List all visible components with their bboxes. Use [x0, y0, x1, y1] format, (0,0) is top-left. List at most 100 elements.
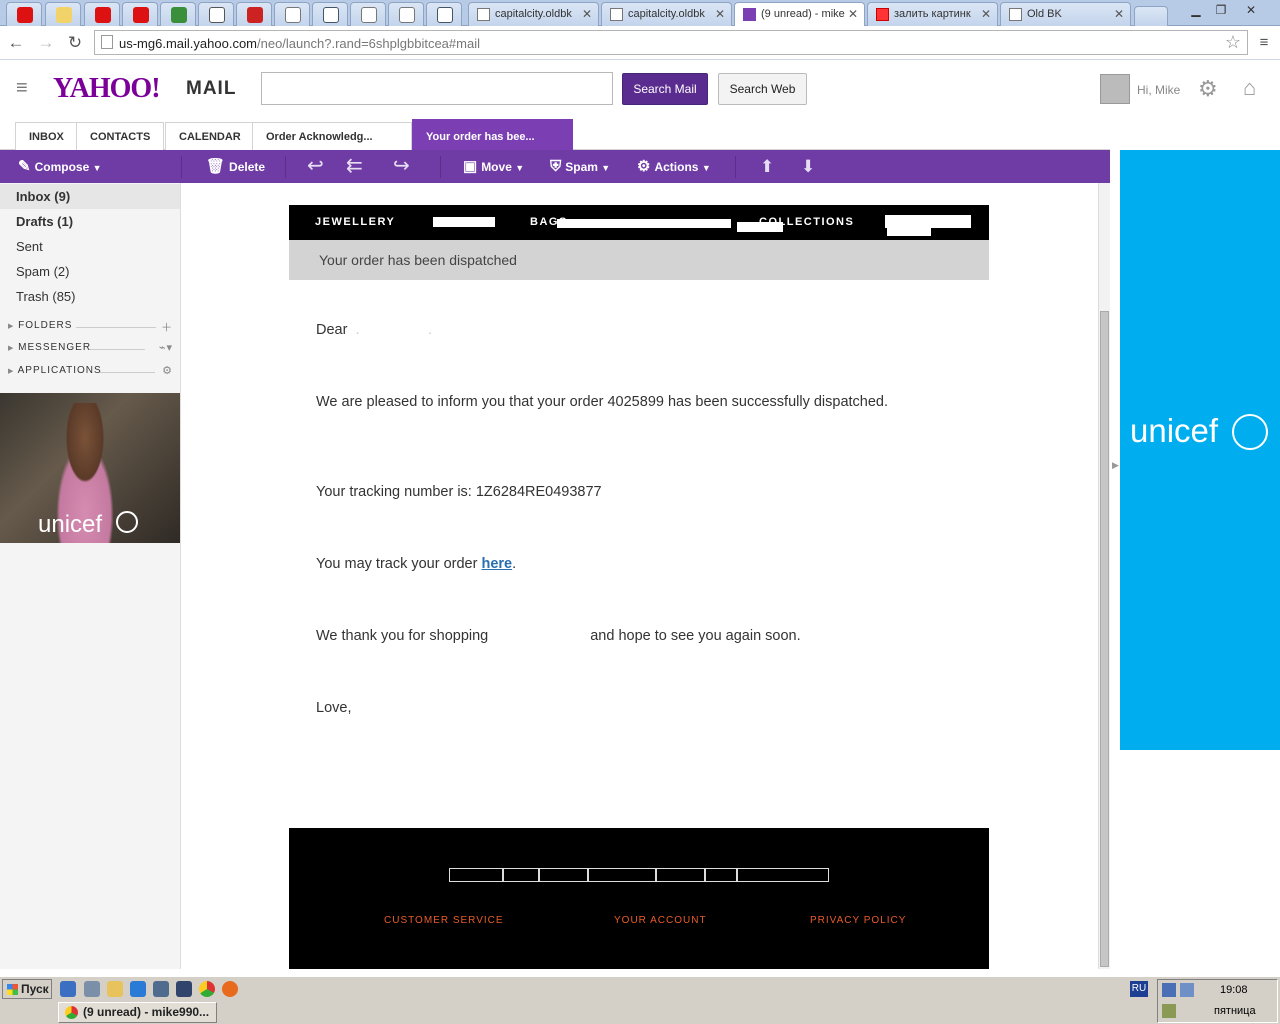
pinned-tab[interactable] [388, 2, 424, 26]
pinned-tab[interactable] [122, 2, 158, 26]
minimize-icon[interactable]: ▁ [1185, 2, 1207, 18]
pinned-tab[interactable] [274, 2, 310, 26]
greeting[interactable]: Hi, Mike [1137, 83, 1180, 97]
search-mail-button[interactable]: Search Mail [622, 73, 708, 105]
network-tray-icon[interactable] [1180, 983, 1194, 997]
folder-inbox[interactable]: Inbox (9) [0, 184, 180, 209]
pinned-tab[interactable] [6, 2, 42, 26]
privacy-policy-link[interactable]: PRIVACY POLICY [810, 915, 906, 926]
hamburger-menu-icon[interactable]: ≡ [16, 78, 28, 98]
browser-tab[interactable]: Old BK ✕ [1000, 2, 1131, 26]
customer-service-link[interactable]: CUSTOMER SERVICE [384, 915, 504, 926]
firefox-icon[interactable] [222, 981, 238, 997]
tray-app-icon[interactable] [1162, 1004, 1176, 1018]
tab-inbox[interactable]: INBOX [15, 122, 78, 150]
page-icon [399, 7, 415, 23]
browser-tab[interactable]: capitalcity.oldbk ✕ [601, 2, 732, 26]
gear-icon[interactable]: ⚙ [162, 364, 173, 377]
collapse-arrow-icon[interactable]: ▶ [1112, 460, 1119, 471]
add-folder-icon[interactable]: ＋ [161, 319, 173, 335]
section-messenger[interactable]: ▶ MESSENGER ⌁▾ [8, 342, 173, 356]
restore-icon[interactable]: ❐ [1210, 2, 1232, 18]
section-label: FOLDERS [18, 320, 73, 331]
pinned-tab[interactable] [426, 2, 462, 26]
language-indicator[interactable]: RU [1130, 981, 1148, 997]
network-tray-icon[interactable] [1162, 983, 1176, 997]
wrench-menu-icon[interactable]: ≡ [1254, 33, 1274, 53]
computer-icon[interactable] [153, 981, 169, 997]
pinned-tab[interactable] [160, 2, 196, 26]
star-icon[interactable]: ☆ [1225, 32, 1241, 53]
close-window-icon[interactable]: ✕ [1240, 2, 1262, 18]
email-nav-item[interactable]: COLLECTIONS [759, 216, 854, 228]
forward-icon[interactable]: → [36, 33, 56, 53]
email-nav-item[interactable]: JEWELLERY [315, 216, 395, 228]
folder-spam[interactable]: Spam (2) [0, 259, 180, 284]
address-bar[interactable]: us-mg6.mail.yahoo.com/neo/launch?.rand=6… [94, 30, 1248, 55]
desktop-icon[interactable] [60, 981, 76, 997]
folder-icon[interactable] [107, 981, 123, 997]
trash-icon: 🗑 [206, 158, 226, 175]
folder-trash[interactable]: Trash (85) [0, 284, 180, 309]
browser-tab[interactable]: залить картинк ✕ [867, 2, 998, 26]
tab-contacts[interactable]: CONTACTS [76, 122, 165, 150]
pinned-tab[interactable] [312, 2, 348, 26]
reading-pane: JEWELLERY BAGS COLLECTIONS Your order ha… [181, 183, 1110, 969]
clock-time[interactable]: 19:08 [1220, 984, 1248, 996]
yahoo-logo[interactable]: YAHOO! [53, 73, 161, 105]
reply-all-icon[interactable]: ⇇ [346, 150, 363, 183]
tab-calendar[interactable]: CALENDAR [165, 122, 255, 150]
close-icon[interactable]: ✕ [1114, 7, 1124, 21]
move-button[interactable]: ▣ Move ▼ [463, 150, 524, 183]
folder-sent[interactable]: Sent [0, 234, 180, 259]
tab-your-order[interactable]: Your order has bee... [412, 119, 573, 150]
pinned-tab[interactable] [84, 2, 120, 26]
folder-drafts[interactable]: Drafts (1) [0, 209, 180, 234]
page-icon [610, 8, 623, 21]
compose-button[interactable]: ✎ Compose ▼ [18, 150, 102, 183]
forward-mail-icon[interactable]: ↪ [393, 150, 410, 183]
ie-icon[interactable] [130, 981, 146, 997]
actions-button[interactable]: ⚙ Actions ▼ [637, 150, 711, 183]
scrollbar-thumb[interactable] [1100, 311, 1109, 967]
avatar[interactable] [1100, 74, 1130, 104]
close-icon[interactable]: ✕ [981, 7, 991, 21]
start-button[interactable]: Пуск [2, 979, 52, 999]
browser-tab-active[interactable]: (9 unread) - mike ✕ [734, 2, 865, 26]
search-input[interactable] [261, 72, 613, 105]
tab-order-acknowledgement[interactable]: Order Acknowledg... [252, 122, 412, 150]
spam-button[interactable]: ⛨ Spam ▼ [550, 150, 610, 183]
close-icon[interactable]: ✕ [848, 7, 858, 21]
delete-button[interactable]: 🗑 Delete [206, 150, 265, 183]
unicef-ad-banner[interactable]: unicef [1120, 150, 1280, 750]
window-icon[interactable] [176, 981, 192, 997]
reply-icon[interactable]: ↩ [307, 150, 324, 183]
home-icon[interactable]: ⌂ [1243, 75, 1256, 101]
reload-icon[interactable]: ↻ [65, 33, 85, 53]
your-account-link[interactable]: YOUR ACCOUNT [614, 915, 707, 926]
unicef-ad-small[interactable]: unicef [0, 393, 180, 543]
close-icon[interactable]: ✕ [582, 7, 592, 21]
pinned-tab[interactable] [45, 2, 81, 26]
chrome-icon[interactable] [199, 981, 215, 997]
back-icon[interactable]: ← [6, 33, 26, 53]
taskbar-window-button[interactable]: (9 unread) - mike990... [58, 1002, 217, 1023]
tab-title: (9 unread) - mike [761, 8, 845, 20]
pinned-tab[interactable] [198, 2, 234, 26]
status-icon[interactable]: ⌁▾ [159, 341, 173, 354]
reading-scrollbar[interactable] [1098, 183, 1110, 969]
next-message-icon[interactable]: ⬇ [801, 150, 815, 183]
pinned-tab[interactable] [236, 2, 272, 26]
browser-tab[interactable]: capitalcity.oldbk ✕ [468, 2, 599, 26]
section-applications[interactable]: ▶ APPLICATIONS ⚙ [8, 365, 173, 379]
new-tab-button[interactable] [1134, 6, 1168, 26]
previous-message-icon[interactable]: ⬆ [760, 150, 774, 183]
close-icon[interactable]: ✕ [715, 7, 725, 21]
tab-title: capitalcity.oldbk [628, 8, 705, 20]
gear-icon[interactable]: ⚙ [1198, 76, 1218, 102]
network-icon[interactable] [84, 981, 100, 997]
pinned-tab[interactable] [350, 2, 386, 26]
track-here-link[interactable]: here [481, 556, 512, 572]
search-web-button[interactable]: Search Web [718, 73, 807, 105]
section-folders[interactable]: ▶ FOLDERS ＋ [8, 320, 173, 334]
